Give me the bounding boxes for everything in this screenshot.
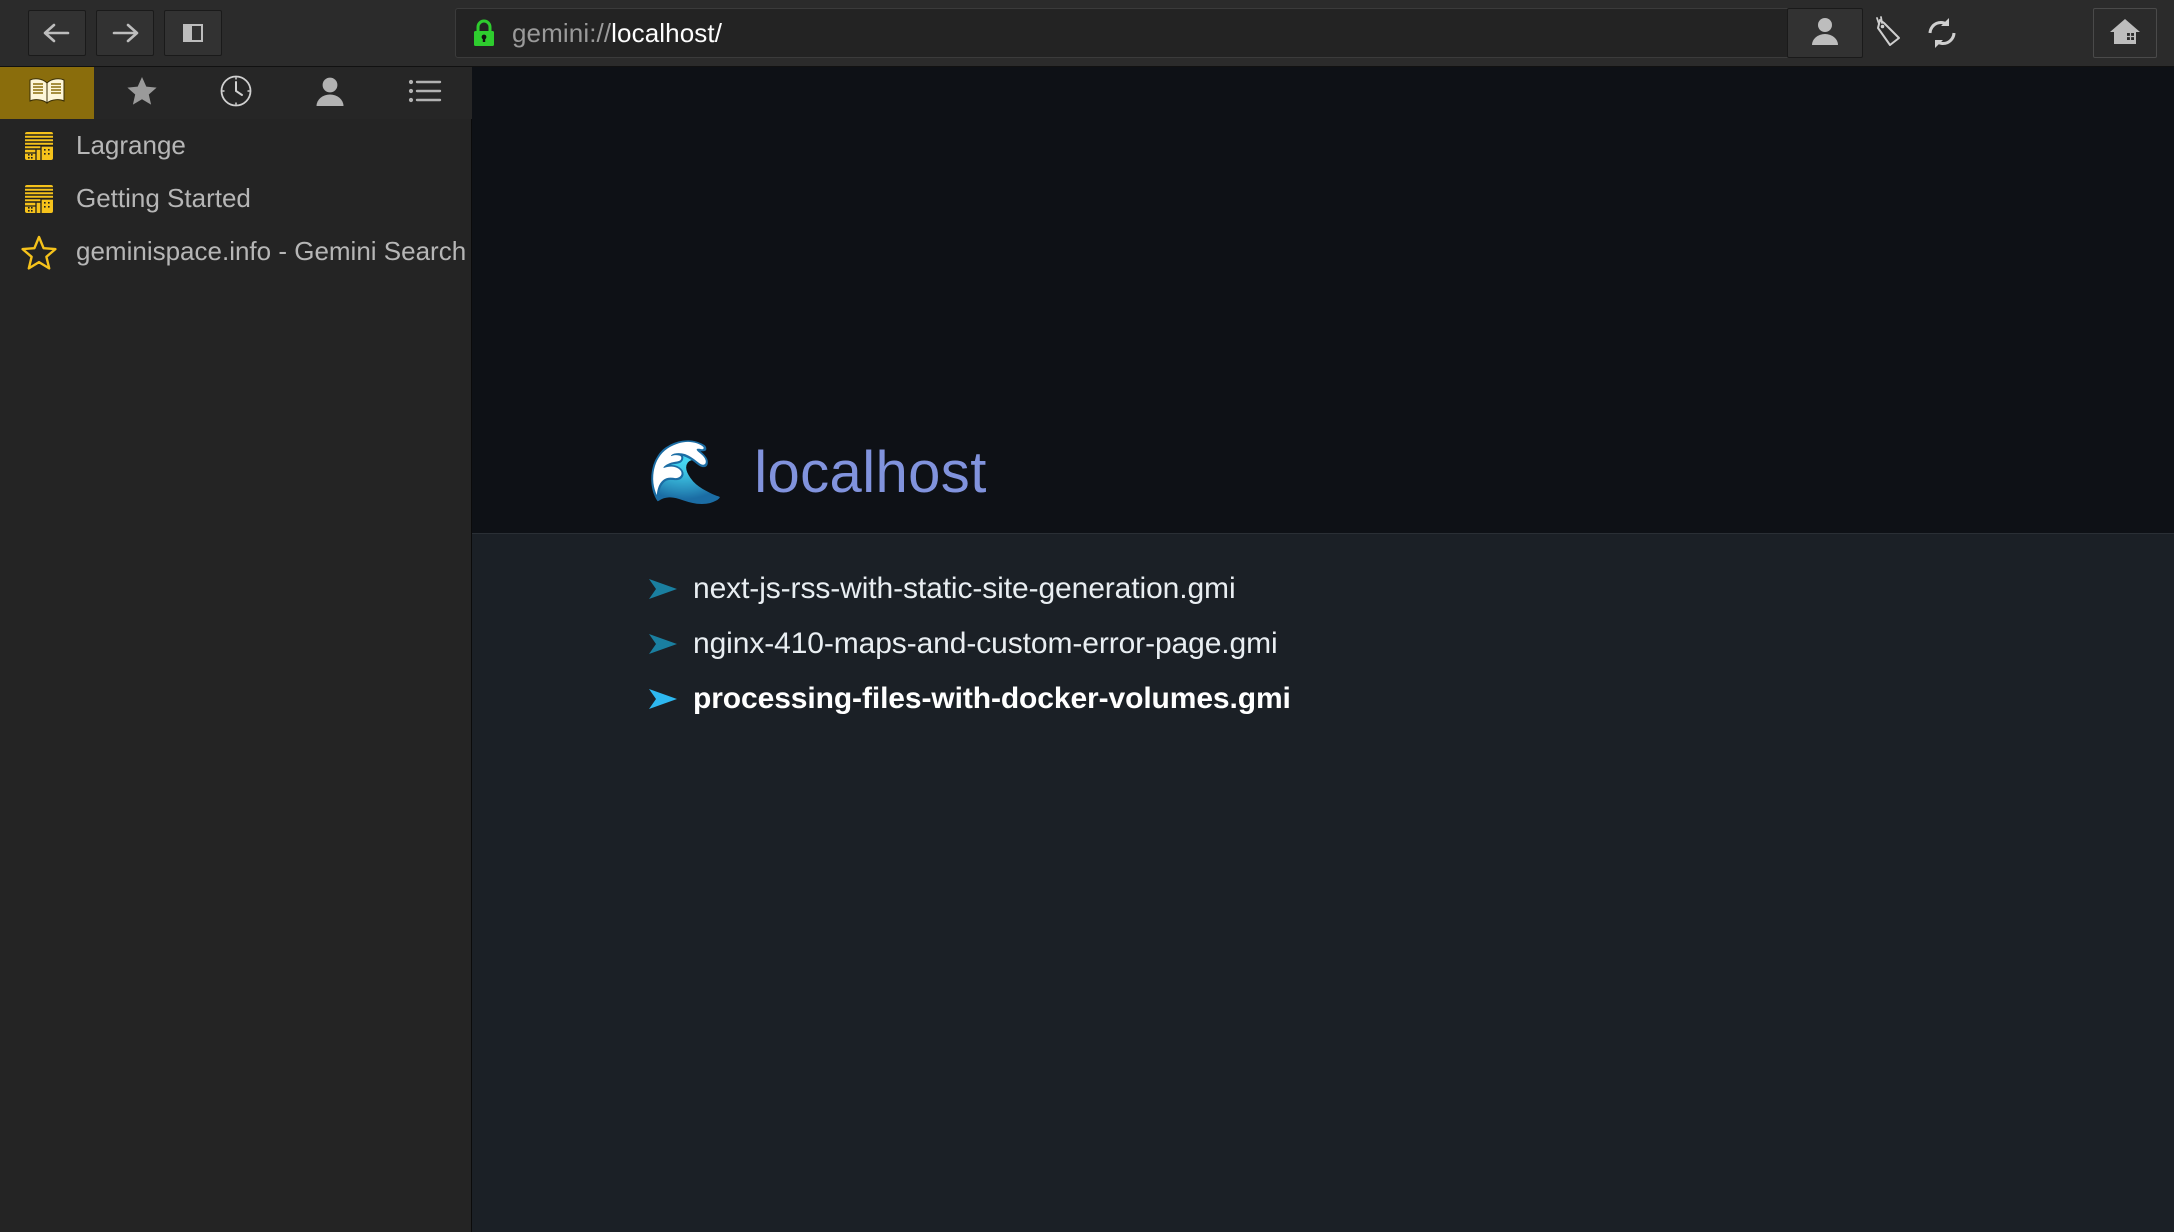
gemini-link-list: next-js-rss-with-static-site-generation.… bbox=[647, 561, 1291, 726]
page-title: localhost bbox=[754, 440, 987, 505]
sidebar-panel-icon bbox=[180, 21, 206, 45]
home-icon bbox=[2108, 16, 2142, 51]
bookmark-list: Lagrange Getting Started geminispace.inf… bbox=[0, 119, 472, 278]
sidebar-tab-identities[interactable] bbox=[283, 67, 377, 119]
gemini-link[interactable]: nginx-410-maps-and-custom-error-page.gmi bbox=[647, 616, 1291, 671]
sidebar-tab-bookmarks[interactable] bbox=[0, 67, 95, 119]
link-label: next-js-rss-with-static-site-generation.… bbox=[693, 571, 1236, 605]
reload-icon bbox=[1922, 18, 1962, 56]
forward-button[interactable] bbox=[96, 10, 154, 56]
arrow-left-icon bbox=[42, 21, 72, 45]
wave-icon: 🌊 bbox=[647, 437, 725, 507]
list-item[interactable]: geminispace.info - Gemini Search bbox=[0, 225, 472, 278]
sidebar-tab-outline[interactable] bbox=[378, 67, 472, 119]
page-document-icon bbox=[18, 127, 60, 165]
bookmark-label: geminispace.info - Gemini Search bbox=[76, 236, 466, 266]
bookmark-label: Getting Started bbox=[76, 183, 251, 213]
link-arrow-icon bbox=[647, 631, 693, 657]
url-text: gemini://localhost/ bbox=[512, 18, 722, 49]
person-icon bbox=[313, 74, 347, 113]
home-button[interactable] bbox=[2093, 8, 2157, 58]
clock-icon bbox=[219, 74, 253, 113]
identity-button[interactable] bbox=[1787, 8, 1863, 58]
sidebar-tab-history[interactable] bbox=[189, 67, 283, 119]
open-book-icon bbox=[26, 76, 68, 111]
bookmark-tag-button[interactable] bbox=[1868, 14, 1908, 52]
bookmark-label: Lagrange bbox=[76, 130, 186, 160]
link-arrow-icon bbox=[647, 576, 693, 602]
gemini-link[interactable]: next-js-rss-with-static-site-generation.… bbox=[647, 561, 1291, 616]
list-icon bbox=[407, 77, 443, 110]
list-item[interactable]: Getting Started bbox=[0, 172, 472, 225]
banner-inner: 🌊 localhost bbox=[647, 439, 987, 506]
url-bar[interactable]: gemini://localhost/ bbox=[455, 8, 1858, 58]
page-banner: 🌊 localhost bbox=[472, 67, 2174, 534]
page-content: 🌊 localhost next-js-rss-with-static-site… bbox=[472, 67, 2174, 1232]
arrow-right-icon bbox=[110, 21, 140, 45]
link-label: processing-files-with-docker-volumes.gmi bbox=[693, 681, 1291, 715]
identity-person-icon bbox=[1808, 14, 1842, 53]
page-document-icon bbox=[18, 180, 60, 218]
sidebar-tabs bbox=[0, 67, 472, 119]
url-host: localhost/ bbox=[611, 17, 723, 48]
link-arrow-icon bbox=[647, 686, 693, 712]
star-outline-icon bbox=[18, 233, 60, 271]
url-scheme: gemini:// bbox=[512, 17, 612, 48]
padlock-icon bbox=[456, 18, 512, 48]
list-item[interactable]: Lagrange bbox=[0, 119, 472, 172]
bookmark-tag-icon bbox=[1868, 16, 1908, 56]
sidebar-tab-feeds[interactable] bbox=[94, 67, 188, 119]
gemini-link[interactable]: processing-files-with-docker-volumes.gmi bbox=[647, 671, 1291, 726]
reload-button[interactable] bbox=[1922, 14, 1962, 52]
browser-toolbar: gemini://localhost/ bbox=[0, 0, 2174, 67]
back-button[interactable] bbox=[28, 10, 86, 56]
star-icon bbox=[125, 75, 159, 112]
link-label: nginx-410-maps-and-custom-error-page.gmi bbox=[693, 626, 1278, 660]
sidebar: Lagrange Getting Started geminispace.inf… bbox=[0, 67, 472, 1232]
sidebar-toggle-button[interactable] bbox=[164, 10, 222, 56]
